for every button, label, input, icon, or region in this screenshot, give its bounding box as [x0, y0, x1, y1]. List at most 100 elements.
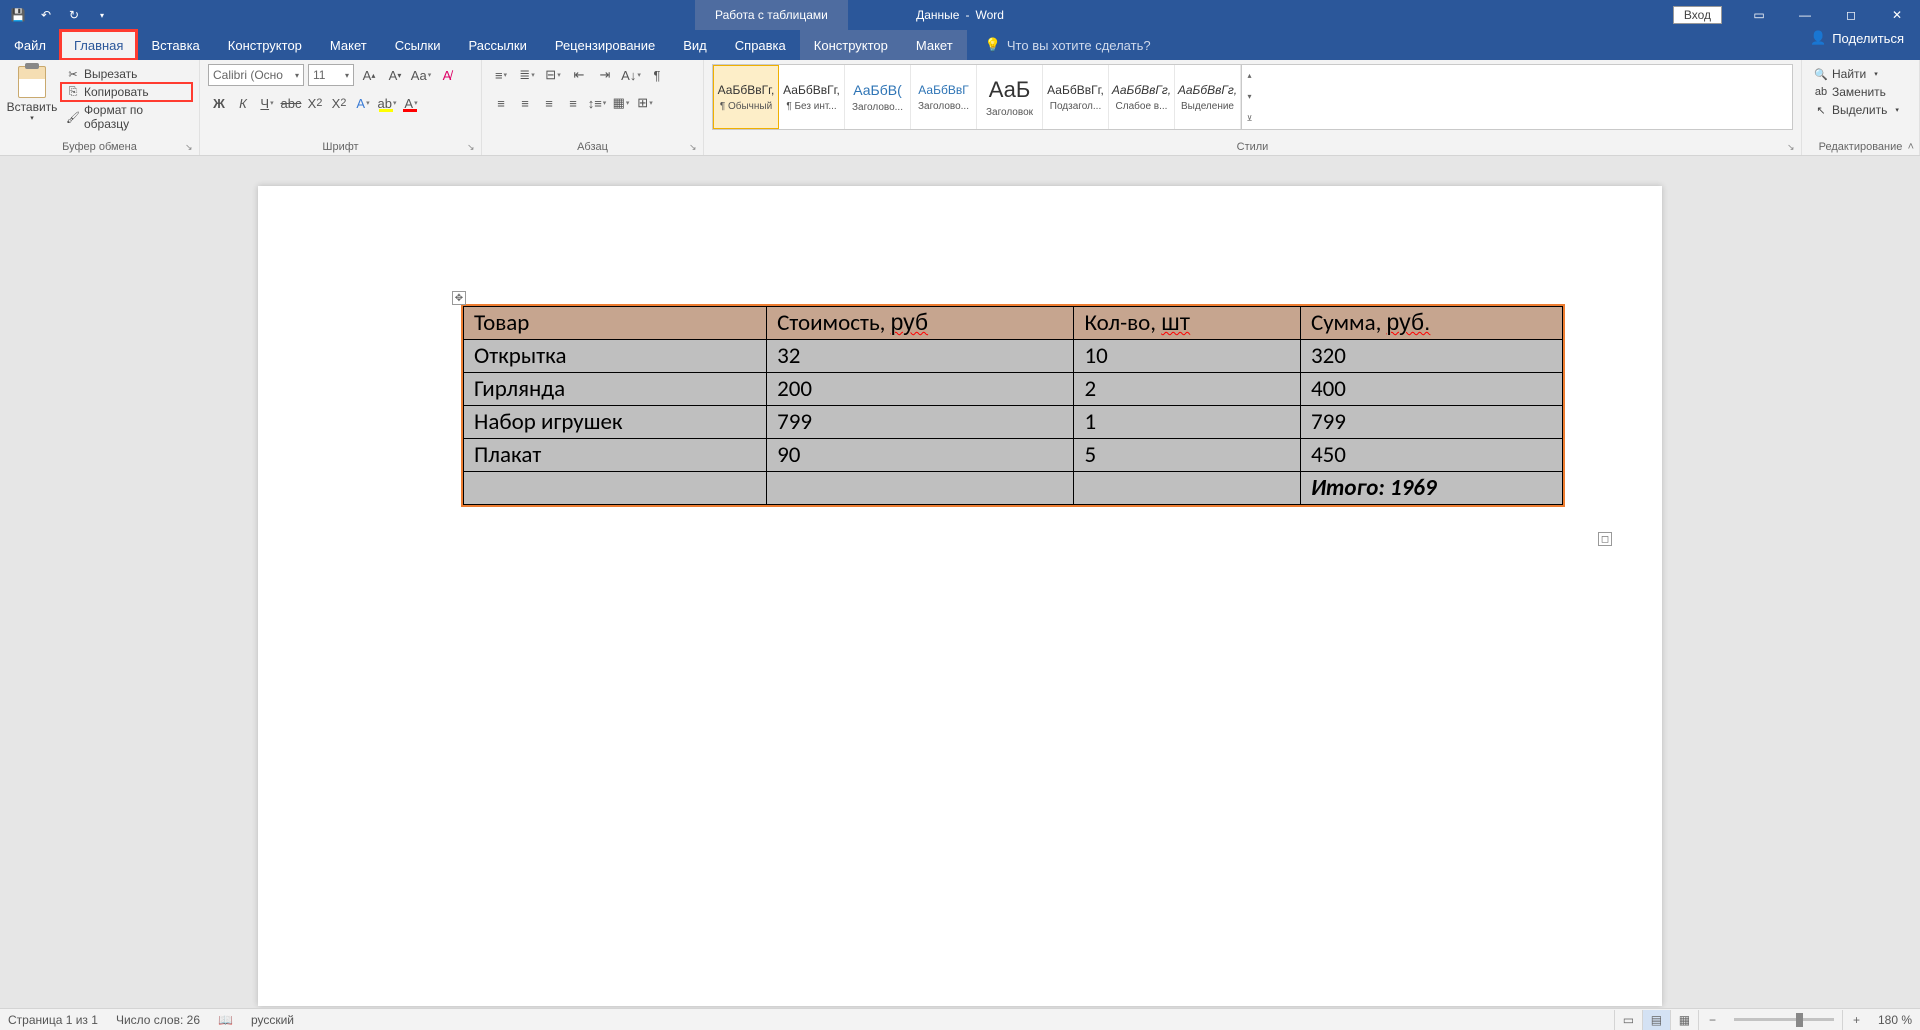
italic-icon[interactable]: К: [232, 92, 254, 114]
show-marks-icon[interactable]: ¶: [646, 64, 668, 86]
table-cell[interactable]: Набор игрушек: [464, 406, 767, 439]
gallery-up-icon[interactable]: ▴: [1242, 65, 1257, 86]
undo-icon[interactable]: ↶: [38, 7, 54, 23]
table-total-row[interactable]: Итого: 1969: [464, 472, 1563, 505]
qat-customize-icon[interactable]: ▾: [94, 7, 110, 23]
align-center-icon[interactable]: ≡: [514, 92, 536, 114]
cut-button[interactable]: ✂Вырезать: [62, 66, 191, 82]
style-item[interactable]: АаБбВвГг,Слабое в...: [1109, 65, 1175, 129]
find-button[interactable]: 🔍Найти▾: [1810, 66, 1911, 82]
dialog-launcher-icon[interactable]: ↘: [1787, 142, 1797, 152]
table-header-cell[interactable]: Товар: [464, 307, 767, 340]
style-item[interactable]: АаБбВвГг,¶ Без инт...: [779, 65, 845, 129]
tab-review[interactable]: Рецензирование: [541, 30, 669, 60]
style-item[interactable]: АаБЗаголовок: [977, 65, 1043, 129]
table-cell[interactable]: 200: [767, 373, 1074, 406]
zoom-out-icon[interactable]: −: [1698, 1010, 1726, 1030]
dialog-launcher-icon[interactable]: ↘: [467, 142, 477, 152]
table-header-cell[interactable]: Сумма, руб.: [1300, 307, 1562, 340]
font-color-icon[interactable]: A: [400, 92, 422, 114]
table-cell[interactable]: 2: [1074, 373, 1300, 406]
zoom-slider[interactable]: [1734, 1018, 1834, 1021]
gallery-more-icon[interactable]: ⊻: [1242, 108, 1257, 129]
table-header-cell[interactable]: Стоимость, руб: [767, 307, 1074, 340]
table-header-cell[interactable]: Кол-во, шт: [1074, 307, 1300, 340]
line-spacing-icon[interactable]: ↕≡: [586, 92, 608, 114]
read-mode-icon[interactable]: ▭: [1614, 1010, 1642, 1030]
table-row[interactable]: Открытка3210320: [464, 340, 1563, 373]
tab-mailings[interactable]: Рассылки: [454, 30, 540, 60]
style-item[interactable]: АаБбВвГг,Выделение: [1175, 65, 1241, 129]
table-cell[interactable]: Открытка: [464, 340, 767, 373]
indent-increase-icon[interactable]: ⇥: [594, 64, 616, 86]
justify-icon[interactable]: ≡: [562, 92, 584, 114]
tab-references[interactable]: Ссылки: [381, 30, 455, 60]
gallery-down-icon[interactable]: ▾: [1242, 86, 1257, 107]
document-table[interactable]: ТоварСтоимость, рубКол-во, штСумма, руб.…: [463, 306, 1563, 505]
bullets-icon[interactable]: ≡: [490, 64, 512, 86]
style-item[interactable]: АаБбВвГг,Подзагол...: [1043, 65, 1109, 129]
spell-check-icon[interactable]: 📖: [218, 1013, 233, 1027]
table-cell[interactable]: 32: [767, 340, 1074, 373]
font-size-combo[interactable]: 11▾: [308, 64, 354, 86]
style-item[interactable]: АаБбВвГЗаголово...: [911, 65, 977, 129]
page-indicator[interactable]: Страница 1 из 1: [8, 1013, 98, 1027]
highlight-icon[interactable]: ab: [376, 92, 398, 114]
table-cell[interactable]: Плакат: [464, 439, 767, 472]
table-cell[interactable]: 320: [1300, 340, 1562, 373]
table-cell[interactable]: 799: [1300, 406, 1562, 439]
tab-design[interactable]: Конструктор: [214, 30, 316, 60]
tab-help[interactable]: Справка: [721, 30, 800, 60]
zoom-in-icon[interactable]: +: [1842, 1010, 1870, 1030]
numbering-icon[interactable]: ≣: [516, 64, 538, 86]
redo-icon[interactable]: ↻: [66, 7, 82, 23]
table-cell[interactable]: 10: [1074, 340, 1300, 373]
align-right-icon[interactable]: ≡: [538, 92, 560, 114]
ribbon-display-icon[interactable]: ▭: [1736, 0, 1782, 30]
select-button[interactable]: ↖Выделить▾: [1810, 102, 1911, 118]
tab-home[interactable]: Главная: [60, 30, 137, 60]
copy-button[interactable]: ⎘Копировать: [62, 84, 191, 100]
paste-button[interactable]: Вставить ▾: [8, 64, 56, 132]
dialog-launcher-icon[interactable]: ↘: [185, 142, 195, 152]
sort-icon[interactable]: A↓: [620, 64, 642, 86]
font-name-combo[interactable]: Calibri (Осно▾: [208, 64, 304, 86]
grow-font-icon[interactable]: A▴: [358, 64, 380, 86]
table-cell[interactable]: 799: [767, 406, 1074, 439]
format-painter-button[interactable]: 🖌Формат по образцу: [62, 102, 191, 132]
table-total-cell[interactable]: Итого: 1969: [1300, 472, 1562, 505]
change-case-icon[interactable]: Aa: [410, 64, 432, 86]
table-cell[interactable]: 450: [1300, 439, 1562, 472]
word-count[interactable]: Число слов: 26: [116, 1013, 200, 1027]
table-cell[interactable]: 1: [1074, 406, 1300, 439]
table-cell[interactable]: Гирлянда: [464, 373, 767, 406]
tab-table-layout[interactable]: Макет: [902, 30, 967, 60]
bold-icon[interactable]: Ж: [208, 92, 230, 114]
text-effects-icon[interactable]: A: [352, 92, 374, 114]
tab-table-design[interactable]: Конструктор: [800, 30, 902, 60]
document-area[interactable]: ✥ ТоварСтоимость, рубКол-во, штСумма, ру…: [0, 156, 1920, 1008]
table-cell[interactable]: 5: [1074, 439, 1300, 472]
superscript-icon[interactable]: X2: [328, 92, 350, 114]
clear-format-icon[interactable]: A̸: [436, 64, 458, 86]
replace-button[interactable]: abЗаменить: [1810, 84, 1911, 100]
style-item[interactable]: АаБбВ(Заголово...: [845, 65, 911, 129]
table-resize-handle[interactable]: ◻: [1598, 532, 1612, 546]
print-layout-icon[interactable]: ▤: [1642, 1010, 1670, 1030]
subscript-icon[interactable]: X2: [304, 92, 326, 114]
table-row[interactable]: Гирлянда2002400: [464, 373, 1563, 406]
close-icon[interactable]: ✕: [1874, 0, 1920, 30]
save-icon[interactable]: 💾: [10, 7, 26, 23]
table-cell[interactable]: 400: [1300, 373, 1562, 406]
strike-icon[interactable]: abc: [280, 92, 302, 114]
sign-in-button[interactable]: Вход: [1673, 6, 1722, 24]
align-left-icon[interactable]: ≡: [490, 92, 512, 114]
table-row[interactable]: Плакат905450: [464, 439, 1563, 472]
zoom-level[interactable]: 180 %: [1878, 1013, 1912, 1027]
web-layout-icon[interactable]: ▦: [1670, 1010, 1698, 1030]
table-move-handle[interactable]: ✥: [452, 291, 466, 305]
tab-view[interactable]: Вид: [669, 30, 721, 60]
table-cell[interactable]: 90: [767, 439, 1074, 472]
table-header-row[interactable]: ТоварСтоимость, рубКол-во, штСумма, руб.: [464, 307, 1563, 340]
language-indicator[interactable]: русский: [251, 1013, 294, 1027]
